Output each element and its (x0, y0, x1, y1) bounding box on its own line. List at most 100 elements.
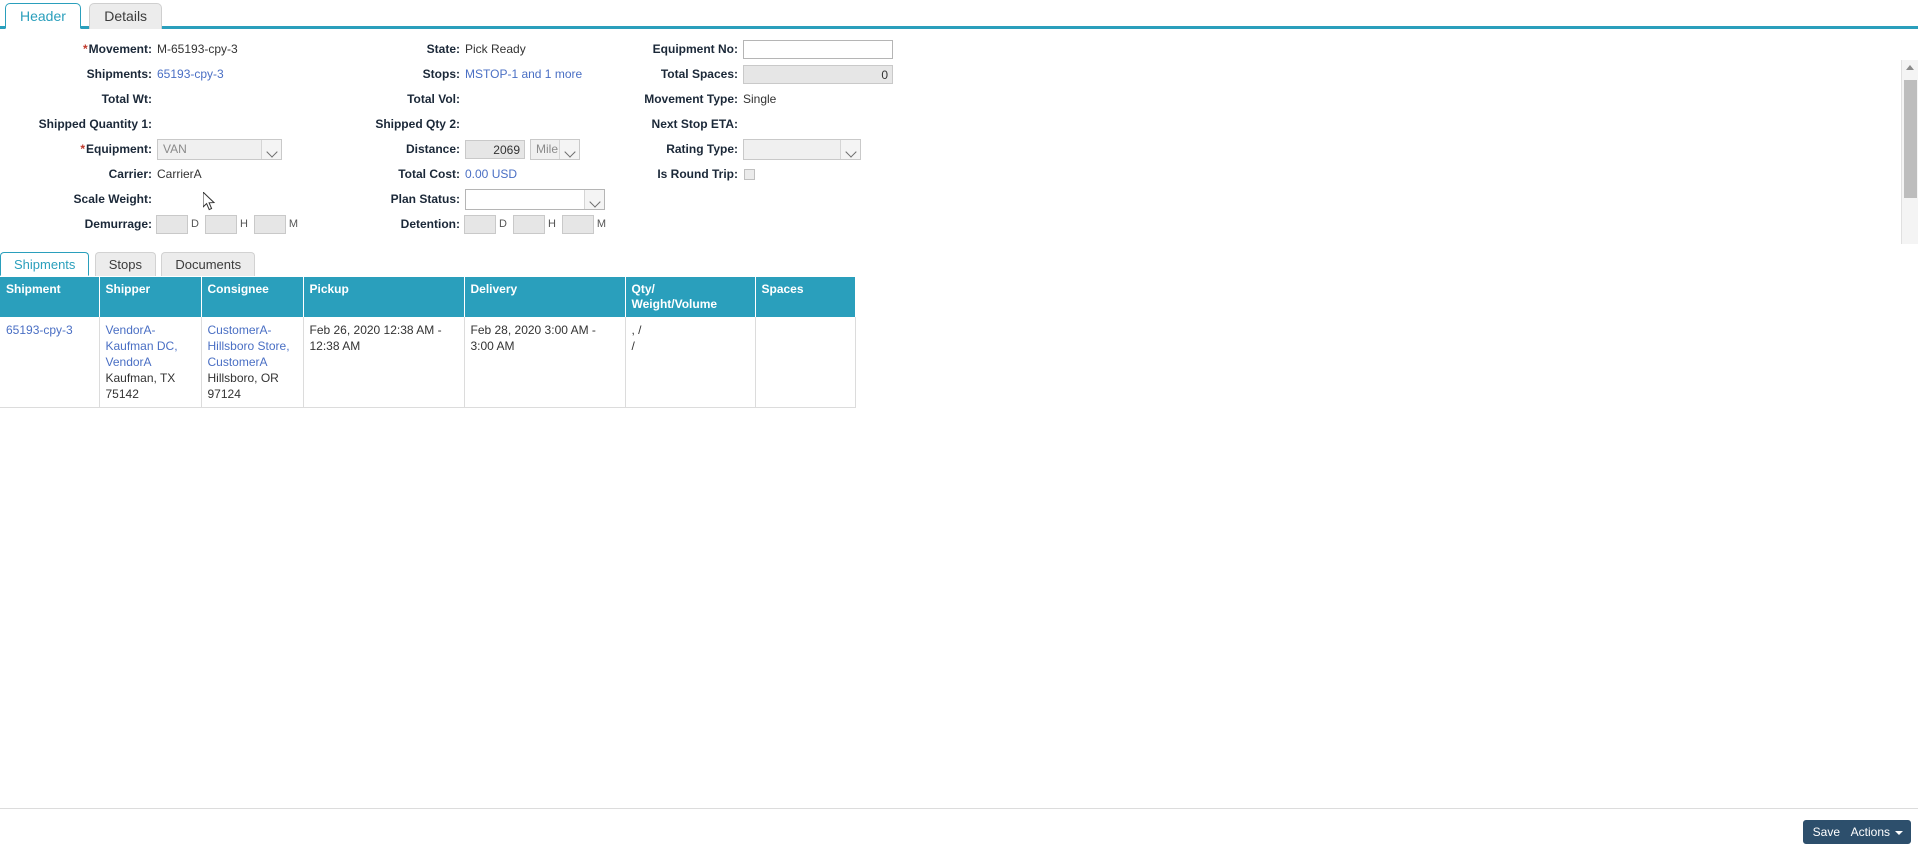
column-header-shipment[interactable]: Shipment (0, 277, 100, 317)
field-state: State: Pick Ready (360, 37, 630, 62)
application-window: Header Details *Movement: M-65193-cpy-3 S… (0, 0, 1918, 851)
column-header-delivery[interactable]: Delivery (464, 277, 626, 317)
field-equipment: *Equipment: VAN (0, 137, 360, 162)
primary-tab-strip: Header Details (0, 0, 1918, 29)
stops-label: Stops: (422, 67, 460, 82)
cell-qty-weight-volume: , / / (625, 317, 756, 408)
tab-header[interactable]: Header (5, 3, 81, 29)
consignee-link[interactable]: CustomerA-Hillsboro Store, CustomerA (208, 323, 290, 369)
column-header-spaces[interactable]: Spaces (755, 277, 855, 317)
field-detention: Detention: D H M (360, 212, 630, 237)
footer-bar: Save Actions (0, 808, 1918, 851)
deadhead-distance-label: Deadhead Distance: (360, 237, 475, 244)
plan-status-select[interactable] (465, 189, 605, 211)
actions-button-label: Actions (1850, 825, 1890, 839)
movement-value: M-65193-cpy-3 (157, 42, 238, 57)
equipment-label: *Equipment: (80, 142, 152, 157)
column-header-pickup[interactable]: Pickup (303, 277, 465, 317)
cell-shipment: 65193-cpy-3 (0, 317, 100, 408)
field-total-vol: Total Vol: (360, 87, 630, 112)
column-header-shipper[interactable]: Shipper (99, 277, 202, 317)
chevron-down-icon[interactable] (840, 140, 860, 160)
cell-pickup: Feb 26, 2020 12:38 AM - 12:38 AM (303, 317, 465, 408)
scrollbar-thumb[interactable] (1904, 80, 1917, 198)
field-rating-type: Rating Type: (630, 137, 930, 162)
qty-header-line-1: Qty/ (631, 282, 655, 296)
field-distance: Distance: Mile (360, 137, 630, 162)
deadhead-distance-value: 0 (465, 237, 472, 244)
tab-shipments[interactable]: Shipments (0, 252, 90, 276)
qty-line-2: / (631, 339, 635, 353)
movement-label: *Movement: (82, 42, 152, 57)
detention-days-input[interactable] (464, 215, 496, 235)
field-demurrage: Demurrage: D H M (0, 212, 360, 237)
is-round-trip-checkbox[interactable] (744, 169, 755, 181)
detention-minutes-unit: M (596, 218, 607, 231)
plan-status-label: Plan Status: (390, 192, 460, 207)
demurrage-hours-input[interactable] (204, 215, 237, 235)
detention-days-unit: D (499, 218, 507, 231)
demurrage-days-input[interactable] (156, 215, 188, 235)
qty-header-line-2: Weight/Volume (631, 297, 718, 311)
mouse-cursor-icon (203, 192, 216, 211)
distance-unit-select[interactable]: Mile (530, 139, 580, 161)
distance-input[interactable] (465, 140, 525, 160)
field-total-wt: Total Wt: (0, 87, 360, 112)
shipments-label: Shipments: (86, 67, 152, 82)
carrier-value: CarrierA (157, 167, 202, 182)
shipper-link[interactable]: VendorA-Kaufman DC, VendorA (106, 323, 178, 369)
detention-duration-group: DHM (460, 212, 608, 237)
equipment-select[interactable]: VAN (157, 139, 282, 161)
rating-type-label: Rating Type: (666, 142, 738, 157)
stops-link[interactable]: MSTOP-1 and 1 more (465, 62, 582, 87)
shipments-link[interactable]: 65193-cpy-3 (157, 62, 224, 87)
field-scale-weight: Scale Weight: (0, 187, 360, 212)
demurrage-minutes-unit: M (288, 218, 299, 231)
detention-label: Detention: (400, 217, 460, 232)
total-cost-link[interactable]: 0.00 USD (465, 162, 517, 187)
field-movement-type: Movement Type: Single (630, 87, 930, 112)
cell-delivery: Feb 28, 2020 3:00 AM - 3:00 AM (464, 317, 626, 408)
detention-minutes-input[interactable] (561, 215, 594, 235)
tab-stops[interactable]: Stops (94, 252, 157, 276)
equipment-no-input[interactable] (743, 40, 893, 60)
tab-documents[interactable]: Documents (161, 252, 256, 276)
rating-type-select[interactable] (743, 139, 861, 161)
total-vol-label: Total Vol: (407, 92, 460, 107)
state-value: Pick Ready (465, 42, 526, 57)
detention-hours-unit: H (547, 218, 556, 231)
field-deadhead-distance: Deadhead Distance:0 (360, 237, 630, 244)
movement-type-value: Single (743, 92, 777, 107)
header-form-column-3: Equipment No: Total Spaces: Movement Typ… (630, 37, 930, 187)
column-header-consignee[interactable]: Consignee (201, 277, 304, 317)
required-marker-equipment: * (80, 142, 85, 157)
shipments-table: Shipment Shipper Consignee Pickup Delive… (0, 277, 856, 408)
header-panel-scrollbar[interactable] (1901, 60, 1918, 244)
qty-line-1: , / (631, 323, 642, 337)
shipment-link[interactable]: 65193-cpy-3 (6, 323, 73, 337)
shipper-city: Kaufman, TX (105, 371, 176, 385)
chevron-down-icon[interactable] (584, 190, 604, 210)
cell-spaces (755, 317, 856, 408)
demurrage-label: Demurrage: (84, 217, 152, 232)
table-row[interactable]: 65193-cpy-3 VendorA-Kaufman DC, VendorA … (0, 317, 856, 408)
actions-button[interactable]: Actions (1840, 820, 1911, 844)
field-total-spaces: Total Spaces: (630, 62, 930, 87)
consignee-zip: 97124 (207, 387, 241, 401)
demurrage-hours-unit: H (239, 218, 248, 231)
movement-type-label: Movement Type: (644, 92, 738, 107)
field-shipments: Shipments: 65193-cpy-3 (0, 62, 360, 87)
chevron-down-icon[interactable] (559, 140, 579, 160)
cell-consignee: CustomerA-Hillsboro Store, CustomerA Hil… (201, 317, 304, 408)
detention-hours-input[interactable] (512, 215, 545, 235)
chevron-down-icon[interactable] (261, 140, 281, 160)
demurrage-duration-group: DHM (152, 212, 300, 237)
field-is-round-trip: Is Round Trip: (630, 162, 930, 187)
total-spaces-input[interactable] (743, 65, 893, 85)
field-shipped-quantity-1: Shipped Quantity 1: (0, 112, 360, 137)
tab-details[interactable]: Details (89, 3, 163, 29)
scroll-up-arrow-icon[interactable] (1902, 60, 1918, 77)
secondary-tab-strip: Shipments Stops Documents (0, 252, 1918, 277)
demurrage-minutes-input[interactable] (253, 215, 286, 235)
column-header-qty-weight-volume[interactable]: Qty/Weight/Volume (625, 277, 756, 317)
